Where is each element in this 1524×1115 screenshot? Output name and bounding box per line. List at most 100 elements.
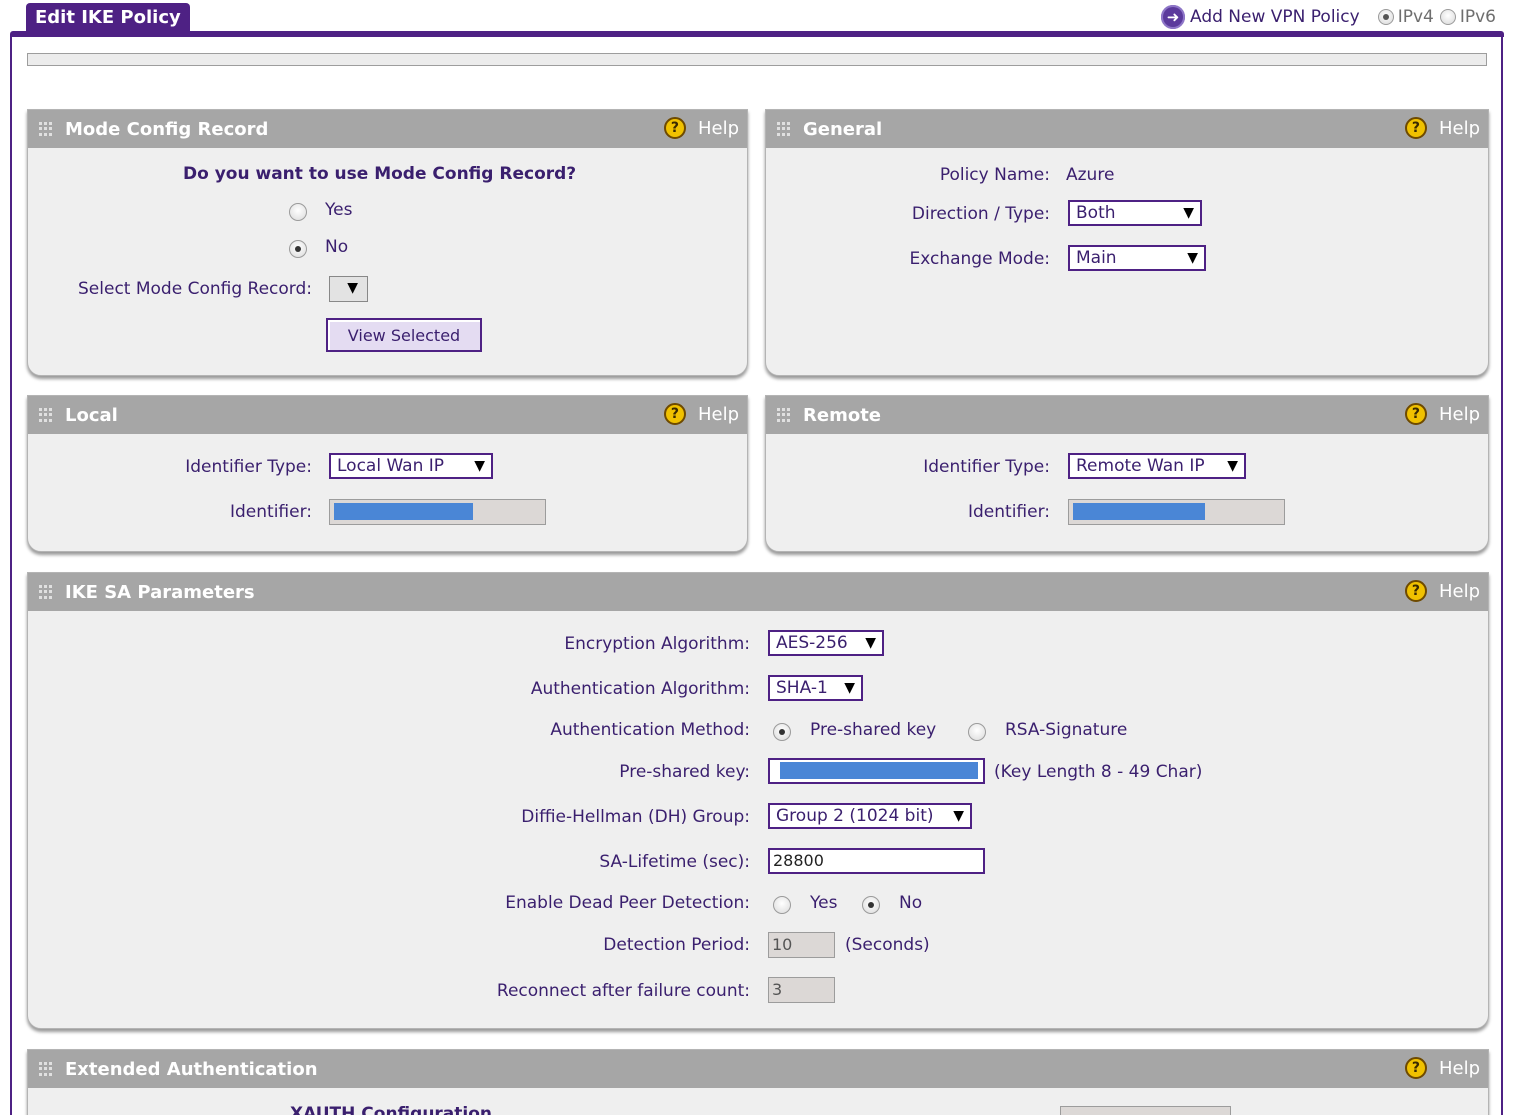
remote-identifier-type-label: Identifier Type: (923, 457, 1050, 477)
select-value: Local Wan IP (337, 456, 445, 476)
xauth-field[interactable] (1060, 1106, 1231, 1115)
ipv4-radio[interactable]: IPv4 (1377, 7, 1434, 27)
help-link[interactable]: ? Help (663, 117, 739, 139)
drag-grip-icon[interactable] (39, 122, 53, 136)
help-label[interactable]: Help (1439, 581, 1480, 602)
rsa-signature-option-label: RSA-Signature (1005, 720, 1128, 740)
dpd-no-label: No (899, 893, 923, 913)
remote-identifier-label: Identifier: (967, 502, 1050, 522)
select-value: Main (1076, 248, 1117, 268)
local-identifier-input[interactable] (329, 499, 546, 525)
top-actions: ➜ Add New VPN Policy IPv4 IPv6 (1160, 3, 1496, 31)
authentication-algorithm-label: Authentication Algorithm: (530, 679, 750, 699)
help-label[interactable]: Help (698, 404, 739, 425)
dpd-yes-radio[interactable] (773, 896, 791, 914)
select-value: AES-256 (776, 633, 848, 653)
select-value: Remote Wan IP (1076, 456, 1205, 476)
help-label[interactable]: Help (1439, 404, 1480, 425)
mode-config-record-select[interactable]: ▼ (329, 276, 368, 302)
arrow-right-circle-icon[interactable]: ➜ (1160, 5, 1185, 29)
extended-authentication-panel: Extended Authentication ? Help XAUTH Conf… (27, 1049, 1489, 1115)
view-selected-button[interactable]: View Selected (326, 318, 482, 352)
status-bar (27, 53, 1487, 66)
rsa-signature-radio[interactable] (968, 723, 986, 741)
drag-grip-icon[interactable] (39, 1062, 53, 1076)
policy-name-value: Azure (1066, 165, 1115, 185)
dh-group-select[interactable]: Group 2 (1024 bit) ▼ (768, 803, 972, 829)
question-mark-icon[interactable]: ? (1404, 117, 1427, 139)
help-link[interactable]: ? Help (1404, 580, 1480, 602)
local-identifier-label: Identifier: (229, 502, 312, 522)
select-value: Both (1076, 203, 1116, 223)
sa-lifetime-label: SA-Lifetime (sec): (599, 852, 750, 872)
mode-config-no-radio[interactable] (289, 240, 307, 258)
detection-period-unit: (Seconds) (845, 935, 930, 955)
help-link[interactable]: ? Help (1404, 117, 1480, 139)
ike-sa-parameters-panel: IKE SA Parameters ? Help Encryption Algor… (27, 572, 1489, 1029)
mode-config-question: Do you want to use Mode Config Record? (183, 164, 577, 184)
local-identifier-type-select[interactable]: Local Wan IP ▼ (329, 453, 493, 479)
question-mark-icon[interactable]: ? (1404, 1057, 1427, 1079)
redaction-block (780, 762, 978, 779)
select-value: SHA-1 (776, 678, 828, 698)
panel-header: General ? Help (766, 110, 1488, 148)
dropdown-arrow-icon: ▼ (844, 680, 855, 696)
drag-grip-icon[interactable] (39, 585, 53, 599)
panel-title: IKE SA Parameters (65, 581, 255, 603)
radio-selected-icon[interactable] (1377, 9, 1394, 25)
dropdown-arrow-icon: ▼ (953, 808, 964, 824)
ipv6-radio[interactable]: IPv6 (1439, 7, 1496, 27)
ipv6-label: IPv6 (1459, 7, 1496, 27)
direction-type-select[interactable]: Both ▼ (1068, 200, 1202, 226)
question-mark-icon[interactable]: ? (663, 117, 686, 139)
mode-config-yes-radio[interactable] (289, 203, 307, 221)
question-mark-icon[interactable]: ? (1404, 580, 1427, 602)
dead-peer-detection-label: Enable Dead Peer Detection: (505, 893, 750, 913)
dropdown-arrow-icon: ▼ (865, 635, 876, 651)
reconnect-count-input[interactable]: 3 (768, 977, 835, 1003)
help-label[interactable]: Help (1439, 118, 1480, 139)
dpd-no-radio[interactable] (862, 896, 880, 914)
help-link[interactable]: ? Help (1404, 403, 1480, 425)
redaction-block (334, 503, 473, 520)
help-link[interactable]: ? Help (663, 403, 739, 425)
radio-unselected-icon[interactable] (1439, 9, 1456, 25)
encryption-algorithm-label: Encryption Algorithm: (564, 634, 750, 654)
exchange-mode-select[interactable]: Main ▼ (1068, 245, 1206, 271)
panel-title: Remote (803, 404, 882, 426)
select-mode-config-label: Select Mode Config Record: (78, 279, 312, 299)
panel-title: Mode Config Record (65, 118, 269, 140)
question-mark-icon[interactable]: ? (1404, 403, 1427, 425)
add-new-vpn-policy-link[interactable]: Add New VPN Policy (1190, 7, 1360, 27)
panel-title: Local (65, 404, 118, 426)
help-label[interactable]: Help (698, 118, 739, 139)
dropdown-arrow-icon: ▼ (1187, 250, 1198, 266)
frame-right-border (1501, 35, 1503, 1115)
panel-header: Mode Config Record ? Help (28, 110, 747, 148)
question-mark-icon[interactable]: ? (663, 403, 686, 425)
encryption-algorithm-select[interactable]: AES-256 ▼ (768, 630, 884, 656)
remote-identifier-type-select[interactable]: Remote Wan IP ▼ (1068, 453, 1246, 479)
ipv4-label: IPv4 (1397, 7, 1434, 27)
authentication-algorithm-select[interactable]: SHA-1 ▼ (768, 675, 863, 701)
general-panel: General ? Help Policy Name: Azure Directi… (765, 109, 1489, 376)
help-label[interactable]: Help (1439, 1058, 1480, 1079)
help-link[interactable]: ? Help (1404, 1057, 1480, 1079)
select-value: Group 2 (1024 bit) (776, 806, 934, 826)
mode-config-no-label: No (325, 237, 349, 257)
dropdown-arrow-icon: ▼ (1227, 458, 1238, 474)
detection-period-input[interactable]: 10 (768, 932, 835, 958)
local-panel: Local ? Help Identifier Type: Local Wan I… (27, 395, 748, 552)
mode-config-yes-label: Yes (325, 200, 353, 220)
exchange-mode-label: Exchange Mode: (909, 249, 1050, 269)
dropdown-arrow-icon: ▼ (347, 280, 358, 296)
pre-shared-key-input[interactable] (768, 758, 985, 784)
direction-type-label: Direction / Type: (911, 204, 1050, 224)
mode-config-panel: Mode Config Record ? Help Do you want to … (27, 109, 748, 376)
sa-lifetime-input[interactable]: 28800 (768, 848, 985, 874)
drag-grip-icon[interactable] (777, 408, 791, 422)
drag-grip-icon[interactable] (39, 408, 53, 422)
remote-identifier-input[interactable] (1068, 499, 1285, 525)
pre-shared-key-radio[interactable] (773, 723, 791, 741)
drag-grip-icon[interactable] (777, 122, 791, 136)
